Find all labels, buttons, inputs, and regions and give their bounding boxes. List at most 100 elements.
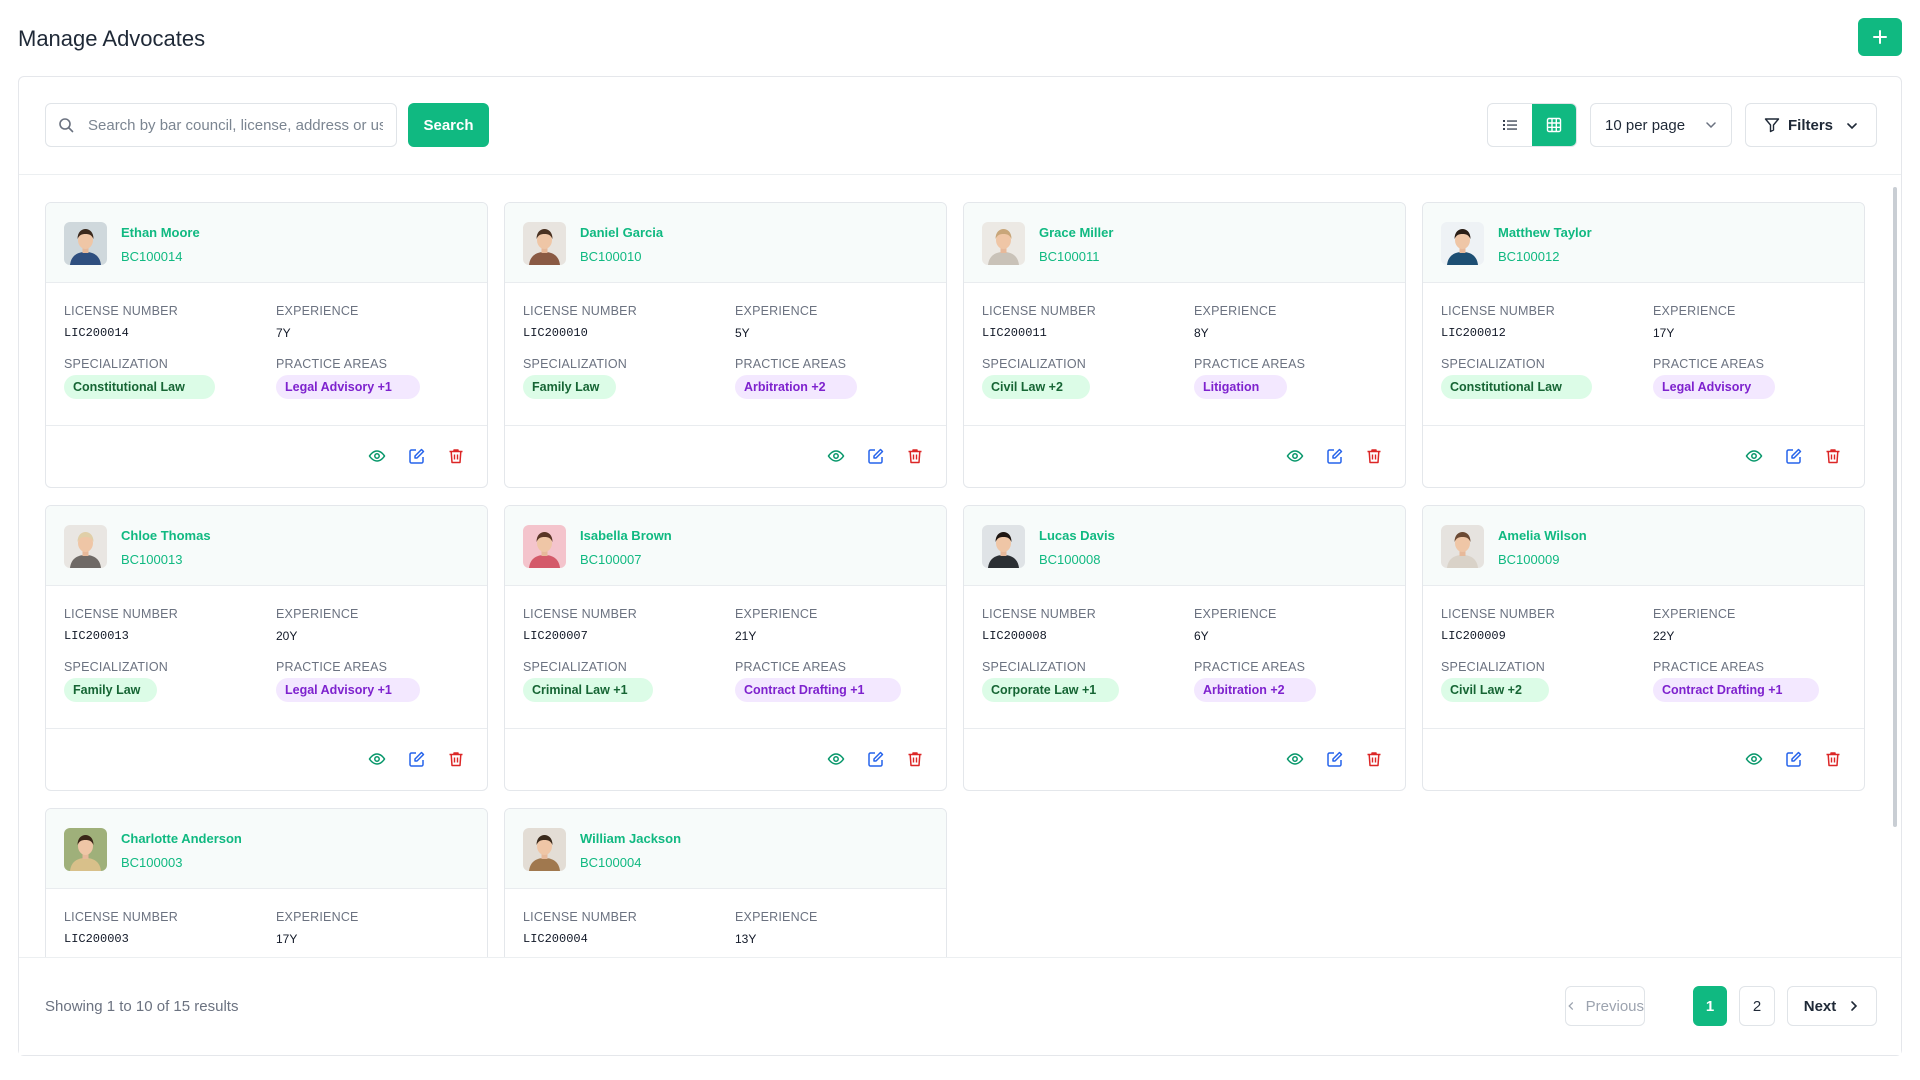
page-2-button[interactable]: 2 <box>1739 986 1775 1026</box>
advocate-name[interactable]: Isabella Brown <box>580 528 672 543</box>
trash-icon <box>449 752 463 767</box>
specialization-tag: Civil Law +2 <box>1441 678 1549 702</box>
advocate-name[interactable]: Lucas Davis <box>1039 528 1115 543</box>
card-header: Amelia Wilson BC100009 <box>1423 506 1864 586</box>
advocate-grid: Ethan Moore BC100014 LICENSE NUMBER EXPERIE… <box>19 176 1901 958</box>
edit-button[interactable] <box>407 446 427 466</box>
experience-value: 7Y <box>276 326 291 340</box>
card-details: LICENSE NUMBER EXPERIENCE LIC200009 22Y SPEC… <box>1423 586 1864 729</box>
avatar <box>523 525 566 568</box>
advocate-name[interactable]: Daniel Garcia <box>580 225 663 240</box>
view-button[interactable] <box>367 749 387 769</box>
edit-button[interactable] <box>407 749 427 769</box>
view-button[interactable] <box>1744 749 1764 769</box>
eye-icon <box>1286 753 1304 765</box>
delete-button[interactable] <box>1364 446 1384 466</box>
delete-button[interactable] <box>1823 749 1843 769</box>
delete-button[interactable] <box>446 446 466 466</box>
delete-button[interactable] <box>905 446 925 466</box>
edit-button[interactable] <box>1325 749 1345 769</box>
license-label: LICENSE NUMBER <box>64 910 178 924</box>
search-box[interactable] <box>45 103 397 147</box>
experience-label: EXPERIENCE <box>276 607 359 621</box>
delete-button[interactable] <box>446 749 466 769</box>
grid-view-button[interactable] <box>1532 104 1576 146</box>
advocate-name[interactable]: Ethan Moore <box>121 225 200 240</box>
edit-button[interactable] <box>1784 446 1804 466</box>
chevron-down-icon <box>1847 123 1857 130</box>
search-button[interactable]: Search <box>408 103 489 147</box>
advocate-name[interactable]: Chloe Thomas <box>121 528 211 543</box>
experience-value: 21Y <box>735 629 757 643</box>
edit-button[interactable] <box>866 446 886 466</box>
experience-value: 5Y <box>735 326 750 340</box>
filters-label: Filters <box>1788 116 1834 134</box>
delete-button[interactable] <box>1823 446 1843 466</box>
practice-area-tag: Legal Advisory +1 <box>276 678 420 702</box>
advocate-name[interactable]: Matthew Taylor <box>1498 225 1592 240</box>
advocate-card[interactable]: Chloe Thomas BC100013 LICENSE NUMBER EXPERI… <box>45 505 488 791</box>
next-page-button[interactable]: Next <box>1787 986 1877 1026</box>
advocate-name[interactable]: William Jackson <box>580 831 681 846</box>
practice-areas-label: PRACTICE AREAS <box>1194 357 1306 371</box>
filters-button[interactable]: Filters <box>1745 103 1877 147</box>
edit-button[interactable] <box>866 749 886 769</box>
list-icon <box>1503 120 1517 130</box>
pagination-footer: Showing 1 to 10 of 15 results Previous 1… <box>19 957 1901 1055</box>
specialization-label: SPECIALIZATION <box>1441 357 1545 371</box>
advocate-name[interactable]: Charlotte Anderson <box>121 831 242 846</box>
page-1-button[interactable]: 1 <box>1693 986 1727 1026</box>
next-label: Next <box>1803 997 1837 1015</box>
advocate-card[interactable]: Amelia Wilson BC100009 LICENSE NUMBER EXPER… <box>1422 505 1865 791</box>
view-button[interactable] <box>367 446 387 466</box>
card-details: LICENSE NUMBER EXPERIENCE LIC200007 21Y SPEC… <box>505 586 946 729</box>
view-button[interactable] <box>1285 749 1305 769</box>
edit-button[interactable] <box>1784 749 1804 769</box>
bar-council-id: BC100012 <box>1498 249 1560 264</box>
practice-area-tag: Legal Advisory +1 <box>276 375 420 399</box>
add-advocate-button[interactable] <box>1858 18 1902 56</box>
search-input[interactable] <box>88 116 383 134</box>
practice-areas-label: PRACTICE AREAS <box>1653 357 1765 371</box>
previous-label: Previous <box>1585 997 1644 1015</box>
card-actions <box>46 426 487 487</box>
advocate-card[interactable]: Ethan Moore BC100014 LICENSE NUMBER EXPERIE… <box>45 202 488 488</box>
advocate-card[interactable]: Charlotte Anderson BC100003 LICENSE NUMBER… <box>45 808 488 958</box>
view-button[interactable] <box>1744 446 1764 466</box>
delete-button[interactable] <box>905 749 925 769</box>
advocate-card[interactable]: Lucas Davis BC100008 LICENSE NUMBER EXPERIE… <box>963 505 1406 791</box>
practice-areas-label: PRACTICE AREAS <box>735 660 847 674</box>
license-label: LICENSE NUMBER <box>982 607 1096 621</box>
view-button[interactable] <box>826 446 846 466</box>
advocate-name[interactable]: Grace Miller <box>1039 225 1113 240</box>
advocate-name[interactable]: Amelia Wilson <box>1498 528 1587 543</box>
experience-value: 8Y <box>1194 326 1209 340</box>
advocate-card[interactable]: Matthew Taylor BC100012 LICENSE NUMBER EXPE… <box>1422 202 1865 488</box>
edit-icon <box>409 448 425 464</box>
advocate-card[interactable]: Grace Miller BC100011 LICENSE NUMBER EXPERI… <box>963 202 1406 488</box>
per-page-select[interactable]: 10 per page <box>1590 103 1732 147</box>
trash-icon <box>1367 449 1381 464</box>
bar-council-id: BC100010 <box>580 249 642 264</box>
edit-button[interactable] <box>1325 446 1345 466</box>
card-actions <box>46 729 487 790</box>
advocate-card[interactable]: William Jackson BC100004 LICENSE NUMBER EXP… <box>504 808 947 958</box>
view-button[interactable] <box>826 749 846 769</box>
avatar <box>1441 222 1484 265</box>
card-header: Matthew Taylor BC100012 <box>1423 203 1864 283</box>
scrollbar[interactable] <box>1893 187 1897 827</box>
bar-council-id: BC100014 <box>121 249 183 264</box>
practice-area-tag: Contract Drafting +1 <box>735 678 901 702</box>
experience-label: EXPERIENCE <box>276 910 359 924</box>
trash-icon <box>449 449 463 464</box>
view-button[interactable] <box>1285 446 1305 466</box>
delete-button[interactable] <box>1364 749 1384 769</box>
advocate-card[interactable]: Isabella Brown BC100007 LICENSE NUMBER EXPE… <box>504 505 947 791</box>
card-actions <box>1423 729 1864 790</box>
plus-icon <box>1873 30 1887 44</box>
advocate-card[interactable]: Daniel Garcia BC100010 LICENSE NUMBER EXPER… <box>504 202 947 488</box>
license-label: LICENSE NUMBER <box>1441 607 1555 621</box>
toolbar: Search 10 per page Filters <box>19 77 1901 175</box>
list-view-button[interactable] <box>1488 104 1532 146</box>
previous-page-button[interactable]: Previous <box>1565 986 1645 1026</box>
